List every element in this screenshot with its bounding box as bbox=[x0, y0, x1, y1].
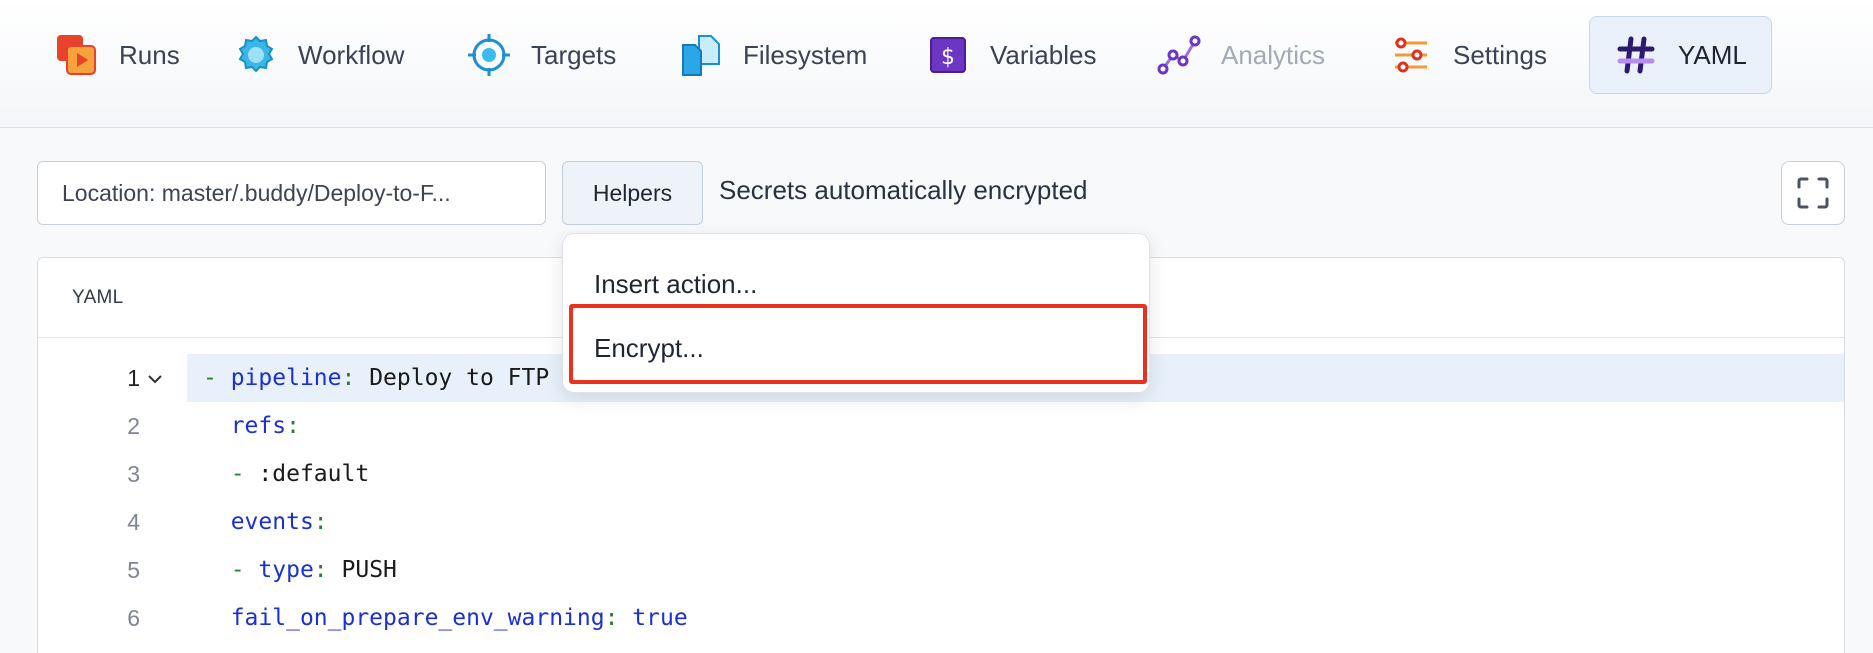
tab-variables-label: Variables bbox=[990, 39, 1097, 70]
line-number: 4 bbox=[127, 509, 140, 535]
tab-yaml-label: YAML bbox=[1678, 39, 1747, 70]
files-icon bbox=[679, 33, 723, 77]
tab-workflow-label: Workflow bbox=[298, 39, 405, 70]
code-text: refs: bbox=[230, 413, 300, 439]
code-line[interactable]: 2 refs: bbox=[38, 402, 1844, 450]
tab-filesystem[interactable]: Filesystem bbox=[679, 16, 867, 94]
tab-runs-label: Runs bbox=[119, 39, 180, 70]
menu-item-insert-action[interactable]: Insert action... bbox=[563, 254, 1149, 314]
line-number: 6 bbox=[127, 605, 140, 631]
secrets-info-text: Secrets automatically encrypted bbox=[719, 175, 1088, 205]
code-line[interactable]: 4 events: bbox=[38, 498, 1844, 546]
tab-analytics[interactable]: Analytics bbox=[1157, 16, 1325, 94]
tab-variables[interactable]: $ Variables bbox=[926, 16, 1096, 94]
line-number: 3 bbox=[127, 461, 140, 487]
svg-text:$: $ bbox=[941, 45, 955, 70]
line-number: 1 bbox=[127, 365, 140, 391]
line-number: 2 bbox=[127, 413, 140, 439]
code-line[interactable]: 3 - :default bbox=[38, 450, 1844, 498]
runs-icon bbox=[55, 33, 99, 77]
tab-bar: Runs Workflow Targets Filesystem $ Varia… bbox=[0, 0, 1873, 128]
line-number: 5 bbox=[127, 557, 140, 583]
tab-workflow[interactable]: Workflow bbox=[234, 16, 404, 94]
code-text: events: bbox=[230, 509, 328, 535]
fullscreen-button[interactable] bbox=[1781, 161, 1845, 225]
workflow-gear-icon bbox=[234, 33, 278, 77]
variables-dollar-icon: $ bbox=[926, 33, 970, 77]
helpers-button[interactable]: Helpers bbox=[562, 161, 703, 225]
code-text: fail_on_prepare_env_warning: true bbox=[230, 605, 688, 631]
code-line[interactable]: 6 fail_on_prepare_env_warning: true bbox=[38, 594, 1844, 642]
tab-filesystem-label: Filesystem bbox=[743, 39, 868, 70]
menu-item-encrypt[interactable]: Encrypt... bbox=[563, 318, 1149, 378]
tab-yaml[interactable]: YAML bbox=[1589, 16, 1772, 94]
settings-sliders-icon bbox=[1389, 33, 1433, 77]
code-line[interactable]: 5 - type: PUSH bbox=[38, 546, 1844, 594]
code-text: - type: PUSH bbox=[230, 557, 397, 583]
target-icon bbox=[467, 33, 511, 77]
yaml-hash-icon bbox=[1614, 33, 1658, 77]
code-text: - :default bbox=[230, 461, 370, 487]
tab-runs[interactable]: Runs bbox=[55, 16, 180, 94]
tab-targets-label: Targets bbox=[531, 39, 617, 70]
location-input[interactable] bbox=[37, 161, 546, 225]
tab-settings-label: Settings bbox=[1453, 39, 1547, 70]
tab-analytics-label: Analytics bbox=[1221, 39, 1326, 70]
analytics-icon bbox=[1157, 33, 1201, 77]
tab-settings[interactable]: Settings bbox=[1389, 16, 1547, 94]
tab-targets[interactable]: Targets bbox=[467, 16, 616, 94]
chevron-down-icon[interactable] bbox=[146, 370, 164, 388]
code-editor[interactable]: 1 - pipeline: Deploy to FTP 2 refs: 3 - … bbox=[38, 354, 1844, 642]
helpers-dropdown-menu: Insert action... Encrypt... bbox=[562, 233, 1150, 393]
fullscreen-icon bbox=[1797, 177, 1829, 209]
